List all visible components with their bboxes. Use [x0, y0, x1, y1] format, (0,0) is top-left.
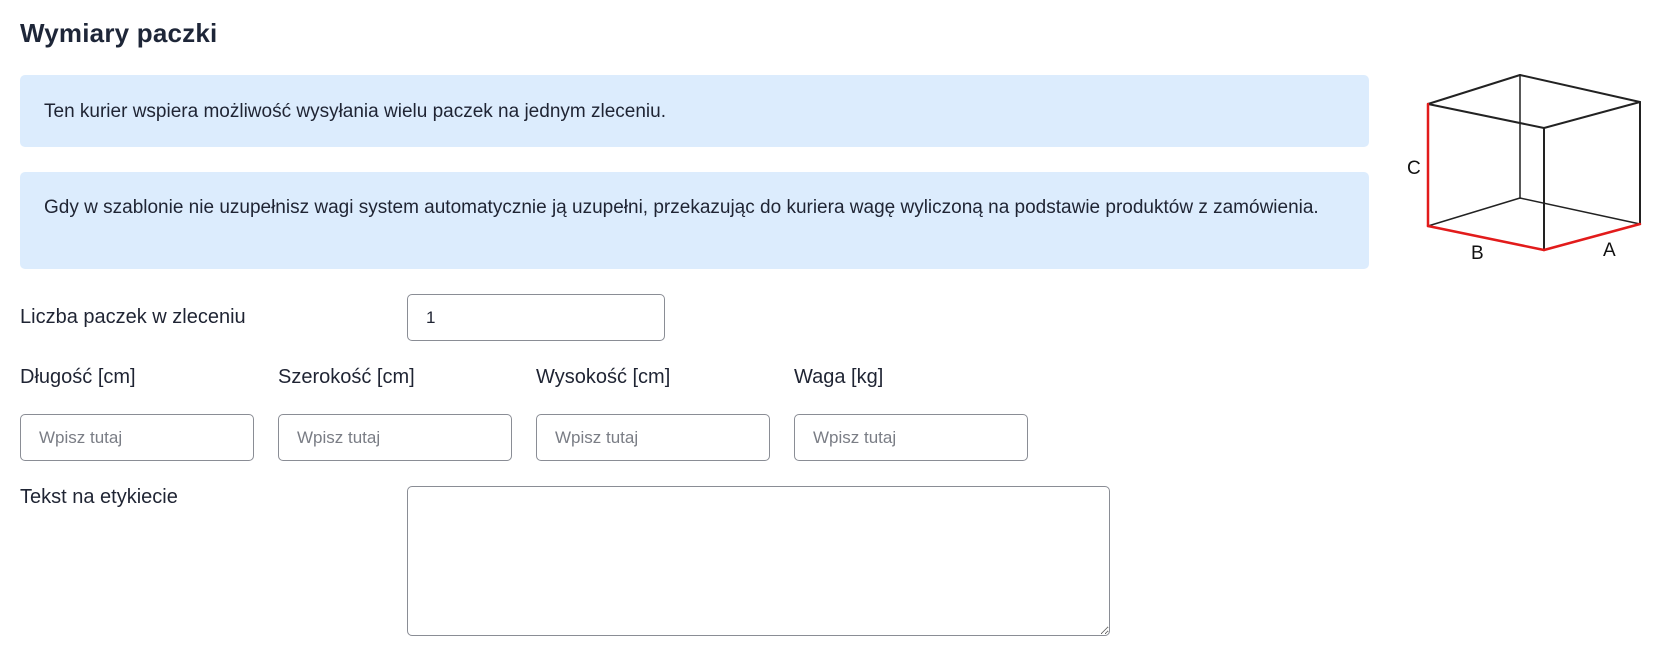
cube-edge: [1519, 74, 1641, 103]
cube-hidden-edge: [1519, 197, 1641, 225]
cube-edge: [1427, 103, 1545, 129]
cube-edge: [1543, 101, 1641, 129]
info-multi-parcel-text: Ten kurier wspiera możliwość wysyłania w…: [44, 100, 666, 122]
cube-hidden-edge: [1427, 197, 1521, 227]
weight-label: Waga [kg]: [794, 366, 884, 388]
cube-edge-a: [1542, 222, 1642, 252]
cube-edge: [1427, 74, 1521, 105]
parcel-count-input[interactable]: [407, 294, 665, 341]
label-text-textarea[interactable]: [407, 486, 1110, 636]
length-label: Długość [cm]: [20, 366, 136, 388]
parcel-count-label: Liczba paczek w zleceniu: [20, 306, 246, 328]
height-input[interactable]: [536, 414, 770, 461]
parcel-dimensions-diagram: C B A: [1407, 74, 1642, 264]
width-label: Szerokość [cm]: [278, 366, 415, 388]
section-title: Wymiary paczki: [20, 18, 218, 48]
label-text-label: Tekst na etykiecie: [20, 486, 178, 508]
info-multi-parcel: Ten kurier wspiera możliwość wysyłania w…: [20, 75, 1369, 147]
info-weight-note: Gdy w szablonie nie uzupełnisz wagi syst…: [20, 172, 1369, 269]
height-label: Wysokość [cm]: [536, 366, 671, 388]
cube-label-b: B: [1471, 243, 1484, 264]
width-input[interactable]: [278, 414, 512, 461]
cube-label-a: A: [1603, 240, 1616, 261]
info-weight-note-text: Gdy w szablonie nie uzupełnisz wagi syst…: [44, 197, 1319, 218]
length-input[interactable]: [20, 414, 254, 461]
cube-label-c: C: [1407, 158, 1421, 179]
weight-input[interactable]: [794, 414, 1028, 461]
cube-edge-b: [1426, 224, 1546, 252]
